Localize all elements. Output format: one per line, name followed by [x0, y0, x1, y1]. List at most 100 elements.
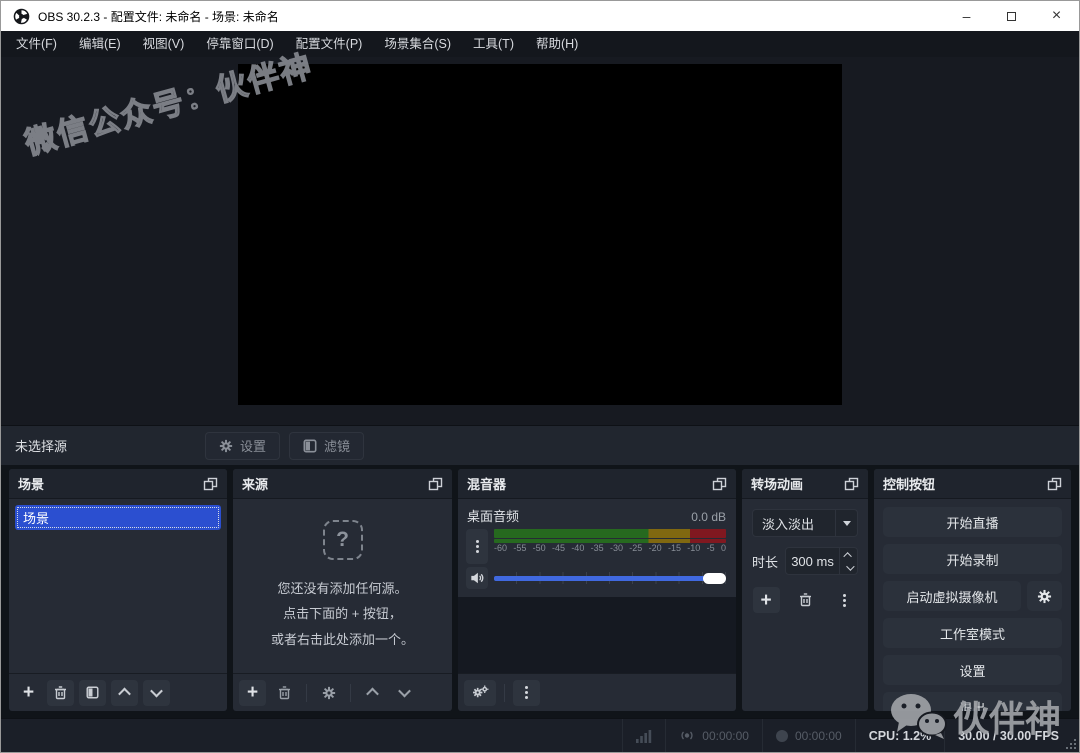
settings-button[interactable]: 设置: [883, 655, 1062, 685]
audio-source-menu-button[interactable]: [466, 529, 488, 564]
filter-icon: [86, 686, 99, 699]
fps-indicator: 30.00 / 30.00 FPS: [944, 719, 1079, 752]
speaker-icon: [470, 571, 484, 585]
slider-handle[interactable]: [703, 573, 726, 584]
transition-select-value: 淡入淡出: [753, 514, 835, 533]
popout-dock-icon[interactable]: [844, 477, 859, 491]
stream-time: 00:00:00: [702, 729, 749, 743]
add-scene-button[interactable]: +: [15, 680, 42, 706]
popout-dock-icon[interactable]: [1047, 477, 1062, 491]
source-list-empty-area[interactable]: ? 您还没有添加任何源。 点击下面的 + 按钮， 或者右击此处添加一个。: [233, 499, 452, 673]
exit-button[interactable]: 退出: [883, 692, 1062, 711]
volume-meter: -60-55-50-45-40-35-30-25-20-15-10-50: [494, 529, 726, 564]
maximize-icon: [1007, 12, 1016, 21]
menu-tools[interactable]: 工具(T): [462, 31, 525, 57]
menu-docks[interactable]: 停靠窗口(D): [195, 31, 284, 57]
transition-properties-button[interactable]: [831, 587, 858, 613]
menu-scene-collection[interactable]: 场景集合(S): [373, 31, 462, 57]
add-source-button[interactable]: +: [239, 680, 266, 706]
dock-panels: 场景 场景 +: [1, 465, 1079, 718]
maximize-button[interactable]: [989, 1, 1034, 31]
gear-icon: [219, 439, 233, 453]
source-move-down-button[interactable]: [391, 680, 418, 706]
cpu-usage: CPU: 1.2%: [855, 719, 945, 752]
window-title: OBS 30.2.3 - 配置文件: 未命名 - 场景: 未命名: [38, 8, 279, 25]
spin-down-button[interactable]: [840, 561, 857, 574]
transitions-panel-title: 转场动画: [751, 474, 803, 493]
remove-scene-button[interactable]: [47, 680, 74, 706]
menu-help[interactable]: 帮助(H): [525, 31, 589, 57]
scenes-panel: 场景 场景 +: [9, 469, 227, 711]
scene-list-item[interactable]: 场景: [15, 505, 221, 530]
mute-button[interactable]: [466, 567, 488, 589]
chevron-down-icon: [398, 685, 411, 698]
popout-dock-icon[interactable]: [428, 477, 443, 491]
scenes-panel-header: 场景: [9, 469, 227, 499]
virtual-camera-config-button[interactable]: [1027, 581, 1062, 611]
add-transition-button[interactable]: +: [753, 587, 780, 613]
connection-status: [622, 719, 665, 752]
toolbar-separator: [306, 684, 307, 702]
menubar: 文件(F) 编辑(E) 视图(V) 停靠窗口(D) 配置文件(P) 场景集合(S…: [1, 31, 1079, 57]
start-recording-button[interactable]: 开始录制: [883, 544, 1062, 574]
scene-filters-button[interactable]: [79, 680, 106, 706]
popout-dock-icon[interactable]: [203, 477, 218, 491]
trash-icon: [54, 686, 67, 700]
chevron-down-icon: [846, 562, 854, 570]
mixer-empty-area: [458, 597, 736, 673]
trash-icon: [278, 686, 291, 700]
menu-file[interactable]: 文件(F): [5, 31, 68, 57]
menu-profile[interactable]: 配置文件(P): [285, 31, 374, 57]
gear-icon: [1037, 589, 1052, 604]
record-timer: 00:00:00: [762, 719, 855, 752]
plus-icon: +: [760, 591, 771, 610]
duration-label: 时长: [752, 552, 778, 571]
scene-list[interactable]: 场景: [9, 499, 227, 673]
broadcast-icon: [679, 729, 695, 742]
record-icon: [776, 730, 788, 742]
volume-slider[interactable]: [494, 567, 726, 589]
slider-track: [494, 576, 724, 581]
remove-transition-button[interactable]: [792, 587, 819, 613]
duration-spinbox[interactable]: 300 ms: [785, 547, 858, 575]
source-properties-button[interactable]: 设置: [205, 432, 280, 460]
start-virtual-camera-button[interactable]: 启动虚拟摄像机: [883, 581, 1021, 611]
controls-body: 开始直播 开始录制 启动虚拟摄像机 工作室模式 设置 退出: [874, 499, 1071, 711]
transitions-panel-header: 转场动画: [742, 469, 868, 499]
no-source-label: 未选择源: [1, 436, 205, 455]
mixer-menu-button[interactable]: [513, 680, 540, 706]
select-arrow[interactable]: [835, 510, 857, 536]
statusbar: 00:00:00 00:00:00 CPU: 1.2% 30.00 / 30.0…: [1, 718, 1079, 752]
scene-move-down-button[interactable]: [143, 680, 170, 706]
controls-panel-header: 控制按钮: [874, 469, 1071, 499]
sources-toolbar: +: [233, 673, 452, 711]
preview-canvas[interactable]: [238, 64, 842, 405]
source-properties-button[interactable]: [315, 680, 342, 706]
transition-select[interactable]: 淡入淡出: [752, 509, 858, 537]
scene-move-up-button[interactable]: [111, 680, 138, 706]
spin-up-button[interactable]: [840, 548, 857, 561]
resize-grip[interactable]: [1066, 739, 1076, 749]
popout-dock-icon[interactable]: [712, 477, 727, 491]
close-button[interactable]: ×: [1034, 1, 1079, 31]
record-time: 00:00:00: [795, 729, 842, 743]
scenes-panel-title: 场景: [18, 474, 44, 493]
menu-view[interactable]: 视图(V): [132, 31, 196, 57]
titlebar: OBS 30.2.3 - 配置文件: 未命名 - 场景: 未命名 – ×: [1, 1, 1079, 31]
chevron-up-icon: [118, 688, 131, 701]
signal-bars-icon: [636, 729, 652, 743]
studio-mode-button[interactable]: 工作室模式: [883, 618, 1062, 648]
selected-source-toolbar: 未选择源 设置 滤镜: [1, 425, 1079, 465]
kebab-icon: [476, 540, 479, 553]
start-streaming-button[interactable]: 开始直播: [883, 507, 1062, 537]
source-move-up-button[interactable]: [359, 680, 386, 706]
sources-empty-text: 点击下面的 + 按钮，: [283, 601, 402, 626]
minimize-button[interactable]: –: [944, 1, 989, 31]
sources-empty-text: 您还没有添加任何源。: [277, 576, 407, 601]
remove-source-button[interactable]: [271, 680, 298, 706]
source-filters-button[interactable]: 滤镜: [289, 432, 364, 460]
obs-window: OBS 30.2.3 - 配置文件: 未命名 - 场景: 未命名 – × 文件(…: [0, 0, 1080, 753]
meter-bar-top: [494, 529, 726, 538]
advanced-audio-properties-button[interactable]: [464, 680, 496, 706]
menu-edit[interactable]: 编辑(E): [68, 31, 132, 57]
